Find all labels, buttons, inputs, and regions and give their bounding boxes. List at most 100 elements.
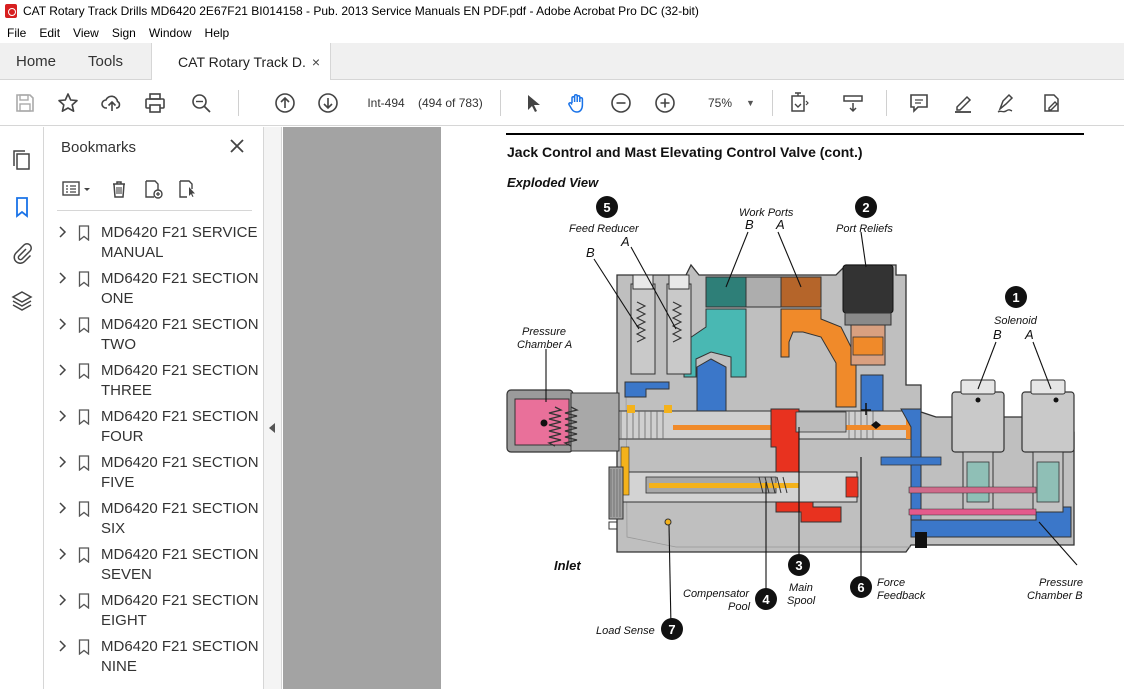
label-pressure-chamber-b-line1: Pressure bbox=[1039, 577, 1083, 589]
delete-bookmark-icon[interactable] bbox=[107, 177, 131, 201]
acrobat-window: CAT Rotary Track Drills MD6420 2E67F21 B… bbox=[0, 0, 1124, 689]
page-thumbnails-icon[interactable] bbox=[9, 147, 35, 173]
bookmark-item[interactable]: MD6420 F21 SECTION ONE bbox=[45, 267, 264, 313]
svg-text:7: 7 bbox=[668, 622, 675, 637]
bookmark-item[interactable]: MD6420 F21 SECTION EIGHT bbox=[45, 589, 264, 635]
panel-splitter[interactable] bbox=[264, 127, 282, 689]
window-title: CAT Rotary Track Drills MD6420 2E67F21 B… bbox=[23, 4, 699, 18]
callout-6: 6 bbox=[850, 576, 872, 598]
menu-window[interactable]: Window bbox=[142, 26, 198, 40]
chevron-down-icon: ▼ bbox=[746, 98, 755, 108]
sign-icon[interactable] bbox=[994, 90, 1020, 116]
label-work-port-a: A bbox=[775, 217, 785, 232]
tab-tools[interactable]: Tools bbox=[72, 43, 139, 79]
bookmark-options-icon[interactable] bbox=[59, 177, 95, 201]
chevron-right-icon[interactable] bbox=[58, 272, 68, 284]
bookmark-label: MD6420 F21 SECTION SIX bbox=[101, 500, 259, 537]
label-work-port-b: B bbox=[745, 217, 754, 232]
bookmark-icon bbox=[78, 593, 90, 609]
menu-bar: File Edit View Sign Window Help bbox=[0, 22, 1124, 43]
print-icon[interactable] bbox=[142, 90, 168, 116]
label-compensator-line2: Pool bbox=[728, 601, 751, 613]
label-feed-reducer-a: A bbox=[620, 234, 630, 249]
label-main-spool-line1: Main bbox=[789, 582, 813, 594]
zoom-level-select[interactable]: 75% ▼ bbox=[694, 91, 766, 115]
zoom-in-icon[interactable] bbox=[652, 90, 678, 116]
svg-text:2: 2 bbox=[862, 200, 869, 215]
star-icon[interactable] bbox=[55, 90, 81, 116]
highlight-icon[interactable] bbox=[950, 90, 976, 116]
bookmark-label: MD6420 F21 SECTION TWO bbox=[101, 316, 259, 353]
bookmark-icon bbox=[78, 317, 90, 333]
menu-view[interactable]: View bbox=[66, 26, 105, 40]
bookmark-item[interactable]: MD6420 F21 SERVICE MANUAL bbox=[45, 221, 264, 267]
tab-home[interactable]: Home bbox=[0, 43, 72, 79]
chevron-right-icon[interactable] bbox=[58, 502, 68, 514]
tab-bar: Home Tools CAT Rotary Track D... × bbox=[0, 43, 1124, 80]
new-bookmark-icon[interactable] bbox=[141, 177, 165, 201]
tab-document[interactable]: CAT Rotary Track D... × bbox=[151, 43, 332, 80]
label-port-reliefs: Port Reliefs bbox=[836, 223, 893, 235]
chevron-right-icon[interactable] bbox=[58, 226, 68, 238]
layers-icon[interactable] bbox=[9, 288, 35, 314]
bookmark-toolbar bbox=[57, 175, 252, 211]
prev-page-icon[interactable] bbox=[272, 90, 298, 116]
bookmark-icon bbox=[78, 547, 90, 563]
bookmark-item[interactable]: MD6420 F21 SECTION SIX bbox=[45, 497, 264, 543]
menu-help[interactable]: Help bbox=[198, 26, 236, 40]
close-tab-icon[interactable]: × bbox=[312, 54, 320, 70]
label-compensator-line1: Compensator bbox=[683, 588, 750, 600]
attachment-icon[interactable] bbox=[9, 240, 35, 266]
chevron-right-icon[interactable] bbox=[58, 640, 68, 652]
pressure-chamber-a-housing bbox=[506, 389, 620, 453]
label-feed-reducer-b: B bbox=[586, 245, 595, 260]
fill-sign-icon[interactable] bbox=[1038, 90, 1064, 116]
menu-edit[interactable]: Edit bbox=[32, 26, 66, 40]
bookmark-icon bbox=[78, 501, 90, 517]
chevron-right-icon[interactable] bbox=[58, 318, 68, 330]
valve-exploded-view-diagram: Exploded View 5 2 1 3 4 6 7 Feed Reducer… bbox=[506, 175, 1083, 640]
bookmark-label: MD6420 F21 SECTION THREE bbox=[101, 362, 259, 399]
document-view[interactable]: Jack Control and Mast Elevating Control … bbox=[283, 127, 1124, 689]
bookmark-item[interactable]: MD6420 F21 SECTION FIVE bbox=[45, 451, 264, 497]
bookmark-label: MD6420 F21 SERVICE MANUAL bbox=[101, 224, 258, 261]
bookmark-item[interactable]: MD6420 F21 SECTION NINE bbox=[45, 635, 264, 681]
bookmark-label: MD6420 F21 SECTION EIGHT bbox=[101, 592, 259, 629]
label-solenoid-b: B bbox=[993, 327, 1002, 342]
close-panel-icon[interactable] bbox=[228, 137, 246, 155]
title-bar: CAT Rotary Track Drills MD6420 2E67F21 B… bbox=[0, 0, 1124, 22]
fit-page-icon[interactable] bbox=[786, 90, 812, 116]
bookmark-label: MD6420 F21 SECTION NINE bbox=[101, 638, 259, 675]
zoom-out-icon[interactable] bbox=[608, 90, 634, 116]
zoom-search-icon[interactable] bbox=[188, 90, 214, 116]
bookmark-icon bbox=[78, 225, 90, 241]
upload-icon[interactable] bbox=[99, 90, 125, 116]
bookmark-label: MD6420 F21 SECTION FOUR bbox=[101, 408, 259, 445]
menu-sign[interactable]: Sign bbox=[105, 26, 142, 40]
bookmark-label: MD6420 F21 SECTION ONE bbox=[101, 270, 259, 307]
page-number-input[interactable]: Int-494 bbox=[358, 91, 414, 115]
bookmark-item[interactable]: MD6420 F21 SECTION SEVEN bbox=[45, 543, 264, 589]
chevron-right-icon[interactable] bbox=[58, 364, 68, 376]
bookmark-panel-icon[interactable] bbox=[9, 194, 35, 220]
bookmark-item[interactable]: MD6420 F21 SECTION FOUR bbox=[45, 405, 264, 451]
menu-file[interactable]: File bbox=[0, 26, 32, 40]
comment-icon[interactable] bbox=[906, 90, 932, 116]
next-page-icon[interactable] bbox=[315, 90, 341, 116]
save-icon[interactable] bbox=[12, 90, 38, 116]
page-count: (494 of 783) bbox=[418, 96, 483, 110]
scroll-mode-icon[interactable] bbox=[840, 90, 866, 116]
panel-title: Bookmarks bbox=[61, 139, 137, 156]
chevron-right-icon[interactable] bbox=[58, 548, 68, 560]
collapse-panel-icon[interactable] bbox=[269, 423, 275, 433]
chevron-right-icon[interactable] bbox=[58, 594, 68, 606]
hand-icon[interactable] bbox=[564, 90, 590, 116]
select-arrow-icon[interactable] bbox=[520, 90, 546, 116]
bookmark-item[interactable]: MD6420 F21 SECTION TWO bbox=[45, 313, 264, 359]
chevron-right-icon[interactable] bbox=[58, 410, 68, 422]
bookmark-list: MD6420 F21 SERVICE MANUAL MD6420 F21 SECT… bbox=[45, 221, 264, 681]
find-bookmark-icon[interactable] bbox=[175, 177, 199, 201]
label-main-spool-line2: Spool bbox=[787, 595, 816, 607]
bookmark-item[interactable]: MD6420 F21 SECTION THREE bbox=[45, 359, 264, 405]
chevron-right-icon[interactable] bbox=[58, 456, 68, 468]
